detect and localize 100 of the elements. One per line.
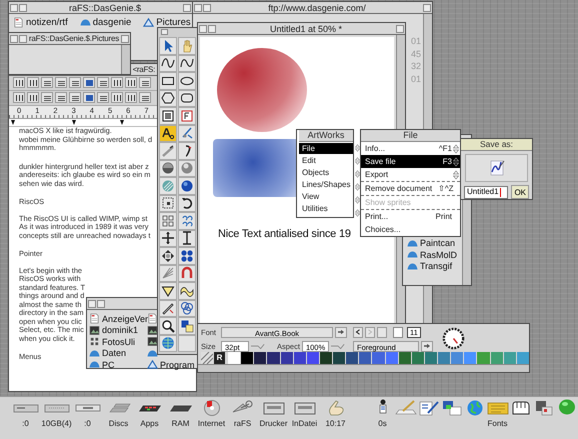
iconbar-item[interactable]: :0 xyxy=(10,397,41,439)
tool-button[interactable] xyxy=(159,300,177,317)
iconbar-item[interactable]: 10:17 xyxy=(320,397,351,439)
iconbar-item[interactable]: RAM xyxy=(165,397,196,439)
iconbar-item[interactable]: Discs xyxy=(103,397,134,439)
colour-swatch[interactable] xyxy=(241,352,254,364)
toolbar-button[interactable] xyxy=(69,92,81,103)
toolbar-button[interactable] xyxy=(83,77,95,88)
toolbar-button[interactable] xyxy=(139,92,151,103)
back-button[interactable] xyxy=(88,300,96,308)
close-button[interactable] xyxy=(19,34,27,42)
menu-button[interactable] xyxy=(421,340,433,352)
toolbar-button[interactable] xyxy=(97,77,109,88)
menu-item[interactable]: Lines/Shapes xyxy=(299,179,353,190)
toggle-size-button[interactable] xyxy=(396,24,404,32)
tool-button[interactable] xyxy=(159,124,177,142)
close-button[interactable] xyxy=(161,29,168,35)
filer-item[interactable]: AnzeigeVer xyxy=(89,313,148,324)
toolbar-button[interactable] xyxy=(41,77,53,88)
filer-item[interactable]: dominik1 xyxy=(89,324,138,336)
tool-button[interactable] xyxy=(178,230,196,247)
tool-button[interactable] xyxy=(178,247,196,264)
colour-swatch[interactable] xyxy=(346,352,358,364)
menu-button[interactable] xyxy=(335,326,347,338)
colour-swatch[interactable] xyxy=(254,352,266,364)
menu-item[interactable]: Print... Print xyxy=(361,210,460,223)
filer-item[interactable]: FotosUli xyxy=(89,336,136,348)
colour-swatch[interactable] xyxy=(372,352,384,364)
tool-button[interactable] xyxy=(178,107,196,124)
tool-button[interactable] xyxy=(178,142,196,160)
tool-button[interactable] xyxy=(178,317,196,334)
colour-swatch[interactable] xyxy=(386,352,398,364)
toolbar-button[interactable] xyxy=(111,77,123,88)
colour-swatch[interactable] xyxy=(516,352,529,364)
colour-swatch[interactable] xyxy=(267,352,280,364)
filer-item[interactable]: dasgenie xyxy=(80,17,132,28)
iconbar-item[interactable]: Apps xyxy=(134,397,165,439)
menu-item[interactable]: Info... ^F1 xyxy=(361,142,460,155)
menu-item[interactable]: View xyxy=(299,191,353,202)
back-button[interactable] xyxy=(194,4,202,12)
colour-swatch[interactable] xyxy=(490,352,503,364)
tool-button[interactable] xyxy=(159,282,177,300)
colour-swatch[interactable] xyxy=(398,352,411,364)
colour-swatch[interactable] xyxy=(451,352,464,364)
filer-item[interactable]: Pictures xyxy=(143,17,191,28)
toolbar-button[interactable] xyxy=(139,77,151,88)
toolbar-button[interactable] xyxy=(41,92,53,103)
colour-swatch[interactable] xyxy=(412,352,424,364)
registration-button[interactable]: R xyxy=(214,352,225,364)
filer-item[interactable]: PC xyxy=(89,359,115,370)
tool-button[interactable] xyxy=(178,194,196,212)
menu-item[interactable]: Save file F3 xyxy=(361,155,460,168)
tool-button[interactable] xyxy=(159,194,177,212)
tool-button[interactable] xyxy=(159,54,177,72)
filer-item[interactable] xyxy=(147,336,158,348)
filer-item[interactable] xyxy=(147,324,158,336)
tool-button[interactable] xyxy=(178,282,196,300)
menu-item[interactable]: File xyxy=(299,143,353,154)
iconbar-item[interactable]: 10GB(4) xyxy=(41,397,72,439)
toolbar-button[interactable] xyxy=(55,77,67,88)
back-button[interactable] xyxy=(10,34,18,42)
colour-swatch[interactable] xyxy=(306,352,319,364)
colour-swatch[interactable] xyxy=(333,352,346,364)
previous-button[interactable] xyxy=(353,326,363,338)
tool-button[interactable] xyxy=(159,247,177,264)
iconbar-item[interactable]: 0s xyxy=(371,397,394,439)
colour-swatch[interactable] xyxy=(228,352,240,364)
close-button[interactable] xyxy=(208,24,216,32)
colour-swatch[interactable] xyxy=(477,352,490,364)
toolbar-button[interactable] xyxy=(125,77,137,88)
ok-button[interactable]: OK xyxy=(511,185,529,199)
toolbar-button[interactable] xyxy=(55,92,67,103)
iconbar-item[interactable]: Fonts xyxy=(486,397,509,439)
iconbar-item[interactable]: :0 xyxy=(72,397,103,439)
colour-swatch[interactable] xyxy=(504,352,516,364)
colour-swatch[interactable] xyxy=(294,352,306,364)
filer-item[interactable]: notizen/rtf xyxy=(13,17,68,28)
toolbar-button[interactable] xyxy=(69,77,81,88)
menu-item[interactable]: Objects xyxy=(299,167,353,178)
menu-item[interactable]: Edit xyxy=(299,155,353,166)
back-button[interactable] xyxy=(199,24,207,32)
tool-button[interactable] xyxy=(178,90,196,107)
toolbar-button[interactable] xyxy=(27,92,39,103)
drawfile-icon[interactable] xyxy=(488,159,506,177)
tool-button[interactable] xyxy=(178,72,196,90)
toggle-size-button[interactable] xyxy=(183,4,191,12)
no-colour-icon[interactable] xyxy=(201,352,213,364)
iconbar-item[interactable]: InDatei xyxy=(289,397,320,439)
tool-button[interactable] xyxy=(159,90,177,107)
colour-swatch[interactable] xyxy=(359,352,372,364)
filer-item[interactable] xyxy=(147,348,158,359)
menu-item[interactable]: Choices... xyxy=(361,223,460,236)
colour-swatch[interactable] xyxy=(320,352,332,364)
colour-swatch[interactable] xyxy=(464,352,476,364)
toolbar-button[interactable] xyxy=(27,77,39,88)
filer-item[interactable]: RasMolD xyxy=(407,249,462,260)
horizontal-scrollbar[interactable] xyxy=(198,364,529,372)
close-button[interactable] xyxy=(203,4,211,12)
toolbar-button[interactable] xyxy=(111,92,123,103)
menu-item[interactable]: Utilities xyxy=(299,203,353,214)
